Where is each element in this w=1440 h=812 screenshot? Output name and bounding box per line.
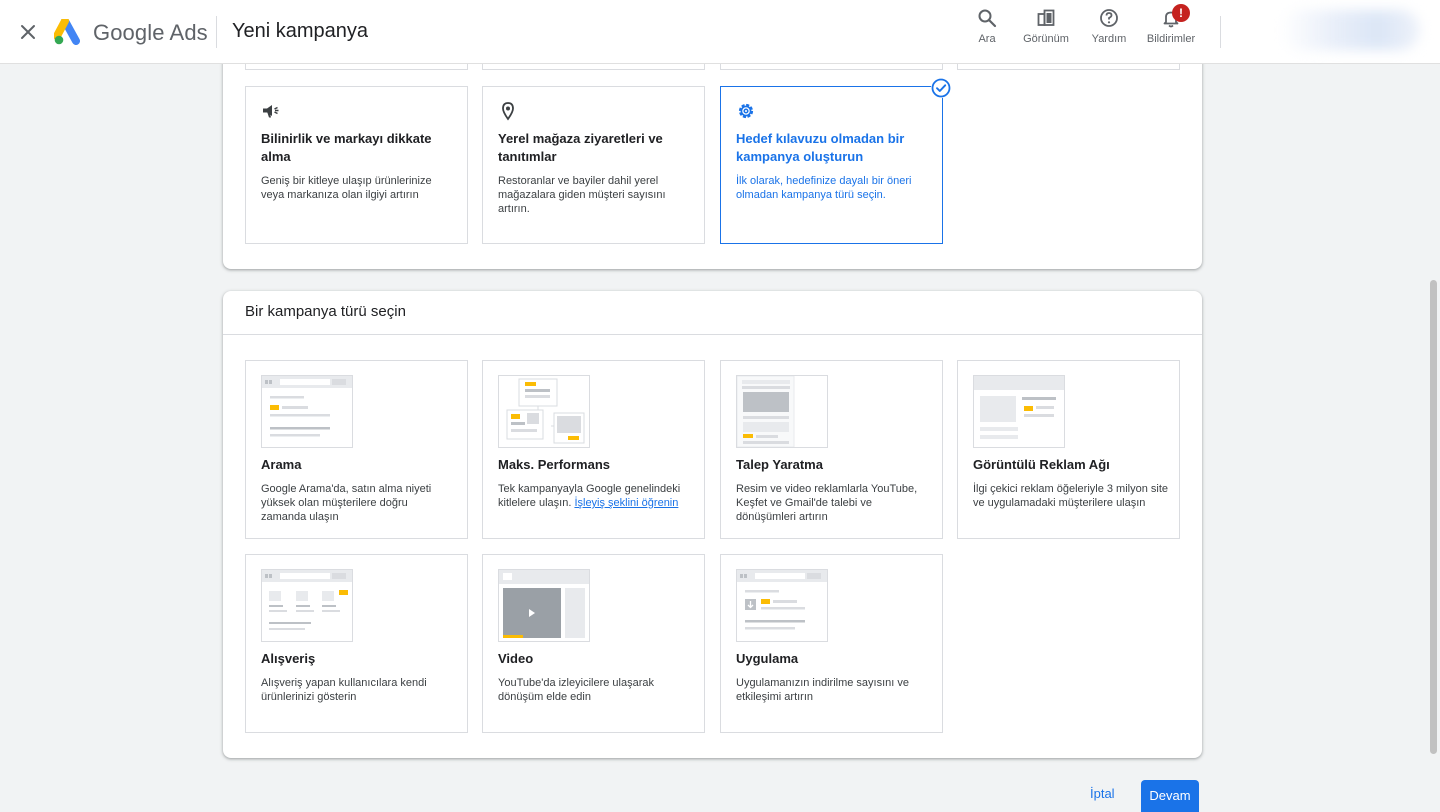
search-icon	[978, 9, 997, 28]
objective-title: Bilinirlik ve markayı dikkate alma	[261, 131, 432, 164]
top-app-bar: Google Ads Yeni kampanya Ara Görünüm Yar…	[0, 0, 1440, 64]
campaign-type-panel: Bir kampanya türü seçin Arama Google Ara…	[223, 291, 1202, 758]
megaphone-icon	[261, 101, 281, 121]
appearance-icon	[1037, 9, 1055, 26]
objective-description: İlk olarak, hedefinize dayalı bir öneri …	[736, 175, 912, 201]
video-thumbnail-icon	[498, 569, 590, 642]
campaign-type-title: Uygulama	[736, 651, 799, 666]
objective-title: Hedef kılavuzu olmadan bir kampanya oluş…	[736, 131, 905, 164]
google-ads-logo-icon	[53, 17, 84, 45]
search-button[interactable]: Ara	[972, 8, 1002, 56]
selected-check-icon	[931, 78, 951, 98]
campaign-type-description: Alışveriş yapan kullanıcılara kendi ürün…	[261, 677, 427, 703]
learn-how-link[interactable]: İşleyiş şeklini öğrenin	[574, 497, 678, 509]
notifications-label: Bildirimler	[1146, 33, 1196, 45]
gear-icon	[736, 101, 756, 121]
continue-button[interactable]: Devam	[1141, 780, 1199, 812]
campaign-type-description: İlgi çekici reklam öğeleriyle 3 milyon s…	[973, 483, 1169, 509]
campaign-type-description: Google Arama'da, satın alma niyeti yükse…	[261, 483, 432, 523]
objective-title: Yerel mağaza ziyaretleri ve tanıtımlar	[498, 131, 663, 164]
shopping-thumbnail-icon	[261, 569, 353, 642]
notification-badge: !	[1172, 4, 1190, 22]
campaign-type-title: Video	[498, 651, 534, 666]
objective-panel: Bilinirlik ve markayı dikkate alma Geniş…	[223, 30, 1202, 269]
campaign-type-video[interactable]: Video YouTube'da izleyicilere ulaşarak d…	[482, 554, 705, 733]
campaign-type-description: YouTube'da izleyicilere ulaşarak dönüşüm…	[498, 677, 654, 703]
vertical-scrollbar[interactable]	[1426, 64, 1440, 812]
campaign-type-title: Görüntülü Reklam Ağı	[973, 457, 1110, 472]
search-thumbnail-icon	[261, 375, 353, 448]
location-pin-icon	[498, 101, 518, 121]
app-thumbnail-icon	[736, 569, 828, 642]
close-icon[interactable]	[16, 20, 40, 44]
scrollbar-thumb[interactable]	[1430, 280, 1437, 754]
page-title: Yeni kampanya	[232, 20, 369, 42]
objective-description: Geniş bir kitleye ulaşıp ürünlerinize ve…	[261, 175, 432, 201]
campaign-type-title: Maks. Performans	[498, 457, 610, 472]
campaign-type-search[interactable]: Arama Google Arama'da, satın alma niyeti…	[245, 360, 468, 539]
campaign-type-title: Arama	[261, 457, 302, 472]
campaign-type-shopping[interactable]: Alışveriş Alışveriş yapan kullanıcılara …	[245, 554, 468, 733]
campaign-type-display[interactable]: Görüntülü Reklam Ağı İlgi çekici reklam …	[957, 360, 1180, 539]
campaign-type-description: Resim ve video reklamlarla YouTube, Keşf…	[736, 483, 918, 523]
search-label: Ara	[978, 33, 996, 45]
campaign-type-description: Uygulamanızın indirilme sayısını ve etki…	[736, 677, 910, 703]
campaign-type-app[interactable]: Uygulama Uygulamanızın indirilme sayısın…	[720, 554, 943, 733]
appearance-button[interactable]: Görünüm	[1020, 8, 1072, 56]
notifications-button[interactable]: ! Bildirimler	[1144, 4, 1198, 56]
demand-gen-thumbnail-icon	[736, 375, 828, 448]
campaign-type-pmax[interactable]: Maks. Performans Tek kampanyayla Google …	[482, 360, 705, 539]
display-thumbnail-icon	[973, 375, 1065, 448]
campaign-type-title: Alışveriş	[261, 651, 316, 666]
account-avatar-blurred[interactable]	[1280, 10, 1420, 50]
help-icon	[1100, 9, 1118, 27]
section-heading: Bir kampanya türü seçin	[245, 303, 406, 320]
campaign-type-title: Talep Yaratma	[736, 457, 823, 472]
objective-tile-local-store[interactable]: Yerel mağaza ziyaretleri ve tanıtımlar R…	[482, 86, 705, 244]
objective-tile-no-guidance[interactable]: Hedef kılavuzu olmadan bir kampanya oluş…	[720, 78, 951, 244]
campaign-type-header: Bir kampanya türü seçin	[223, 291, 1202, 335]
campaign-type-description: Tek kampanyayla Google genelindeki kitle…	[498, 482, 693, 510]
appearance-label: Görünüm	[1023, 33, 1069, 45]
objective-tile-awareness[interactable]: Bilinirlik ve markayı dikkate alma Geniş…	[245, 86, 468, 244]
pmax-thumbnail-icon	[498, 375, 590, 448]
campaign-type-demand-gen[interactable]: Talep Yaratma Resim ve video reklamlarla…	[720, 360, 943, 539]
objective-description: Restoranlar ve bayiler dahil yerel mağaz…	[498, 175, 666, 215]
help-label: Yardım	[1091, 33, 1127, 45]
header-divider-right	[1220, 16, 1221, 48]
cancel-button[interactable]: İptal	[1090, 786, 1115, 801]
header-divider	[216, 16, 217, 48]
help-button[interactable]: Yardım	[1088, 8, 1130, 56]
brand-name: Google Ads	[93, 20, 208, 45]
